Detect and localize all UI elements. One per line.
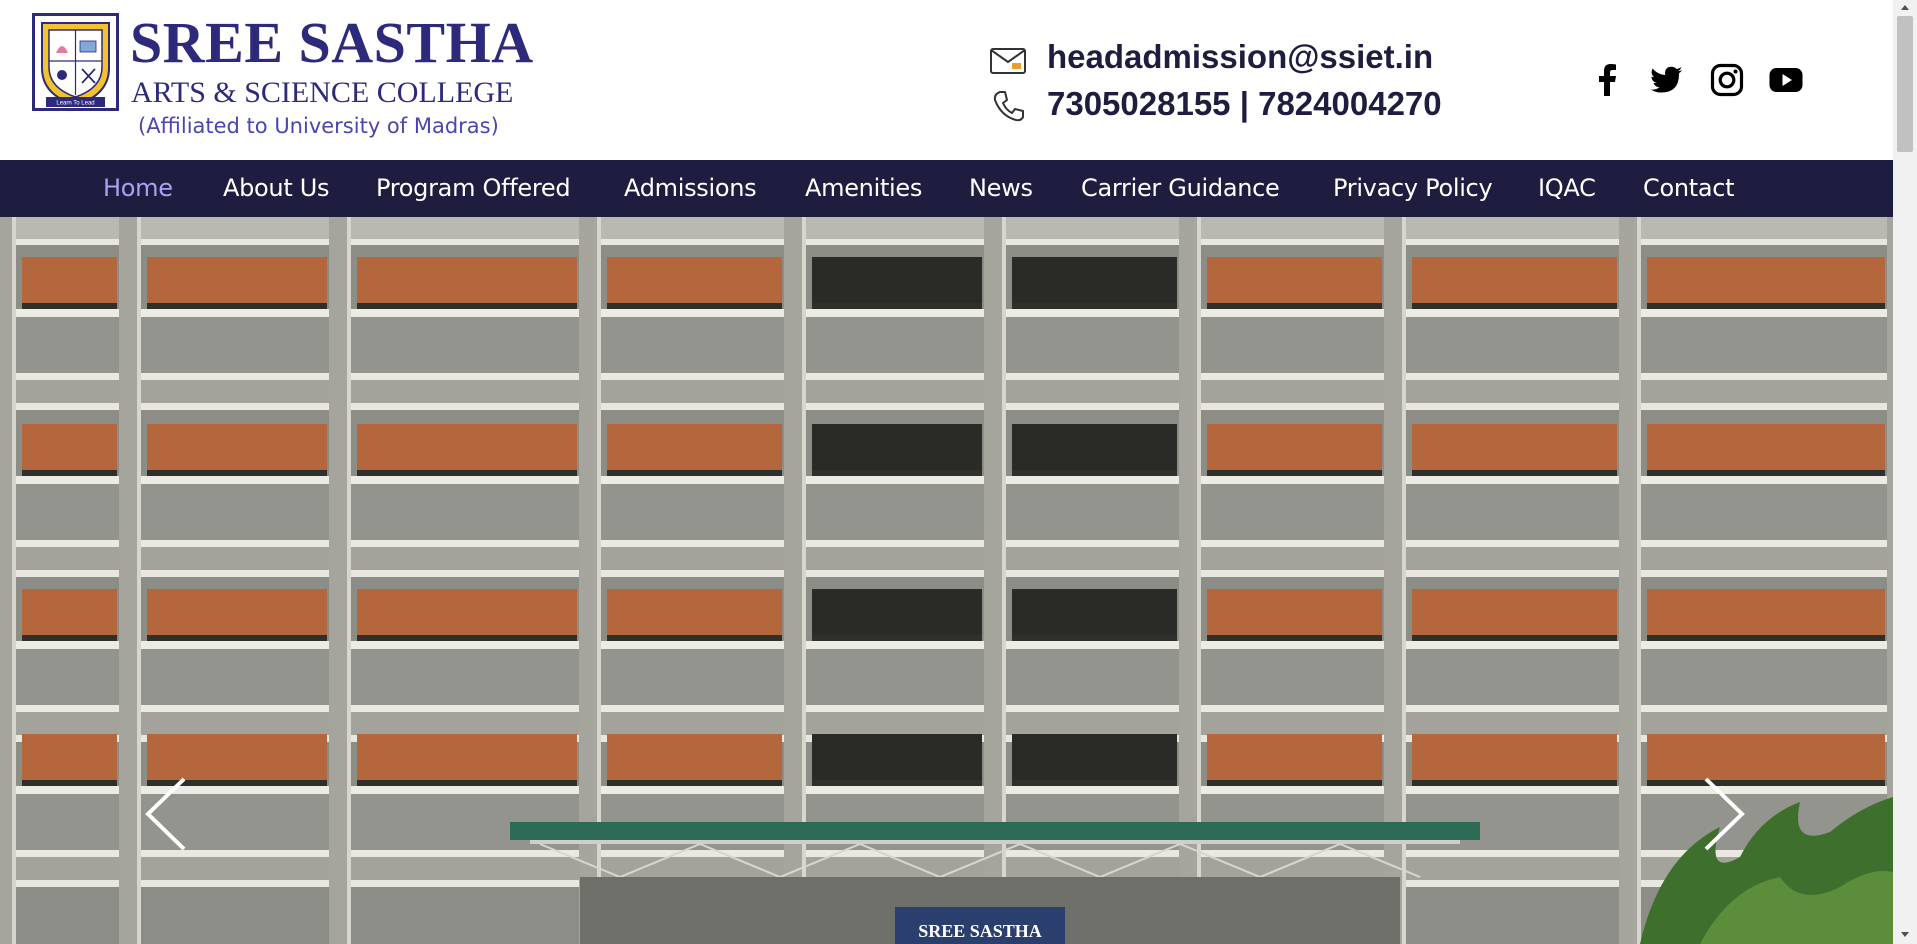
instagram-icon[interactable] <box>1710 63 1744 97</box>
envelope-icon <box>990 48 1026 74</box>
college-subtitle: ARTS & SCIENCE COLLEGE <box>131 76 514 109</box>
scrollbar-thumb[interactable] <box>1897 16 1913 152</box>
building-sign-text: SREE SASTHA <box>918 921 1042 941</box>
nav-home[interactable]: Home <box>103 160 173 217</box>
site-header: Learn To Lead SREE SASTHA ARTS & SCIENCE… <box>0 0 1893 160</box>
affiliation-text: (Affiliated to University of Madras) <box>138 114 499 138</box>
nav-contact[interactable]: Contact <box>1643 160 1735 217</box>
phone-icon <box>993 91 1024 122</box>
nav-about-us[interactable]: About Us <box>223 160 330 217</box>
college-name[interactable]: SREE SASTHA <box>130 8 534 78</box>
nav-iqac[interactable]: IQAC <box>1538 160 1596 217</box>
hero-slider: SREE SASTHA <box>0 217 1893 944</box>
college-crest-logo[interactable]: Learn To Lead <box>32 13 119 111</box>
contact-email[interactable]: headadmission@ssiet.in <box>1047 37 1433 77</box>
college-building-image: SREE SASTHA <box>0 217 1893 944</box>
slider-next-arrow[interactable] <box>1702 775 1746 853</box>
scroll-up-arrow[interactable] <box>1897 0 1913 16</box>
nav-admissions[interactable]: Admissions <box>624 160 757 217</box>
facebook-icon[interactable] <box>1591 63 1625 97</box>
crest-motto: Learn To Lead <box>56 101 94 107</box>
scroll-down-arrow[interactable] <box>1897 926 1913 942</box>
nav-program-offered[interactable]: Program Offered <box>376 160 571 217</box>
nav-carrier-guidance[interactable]: Carrier Guidance <box>1081 160 1280 217</box>
slider-prev-arrow[interactable] <box>144 775 188 853</box>
nav-news[interactable]: News <box>969 160 1033 217</box>
main-navigation: Home About Us Program Offered Admissions… <box>0 160 1893 217</box>
contact-phone[interactable]: 7305028155 | 7824004270 <box>1047 84 1442 124</box>
nav-amenities[interactable]: Amenities <box>805 160 922 217</box>
twitter-icon[interactable] <box>1650 63 1684 97</box>
youtube-icon[interactable] <box>1769 63 1803 97</box>
nav-privacy-policy[interactable]: Privacy Policy <box>1333 160 1493 217</box>
